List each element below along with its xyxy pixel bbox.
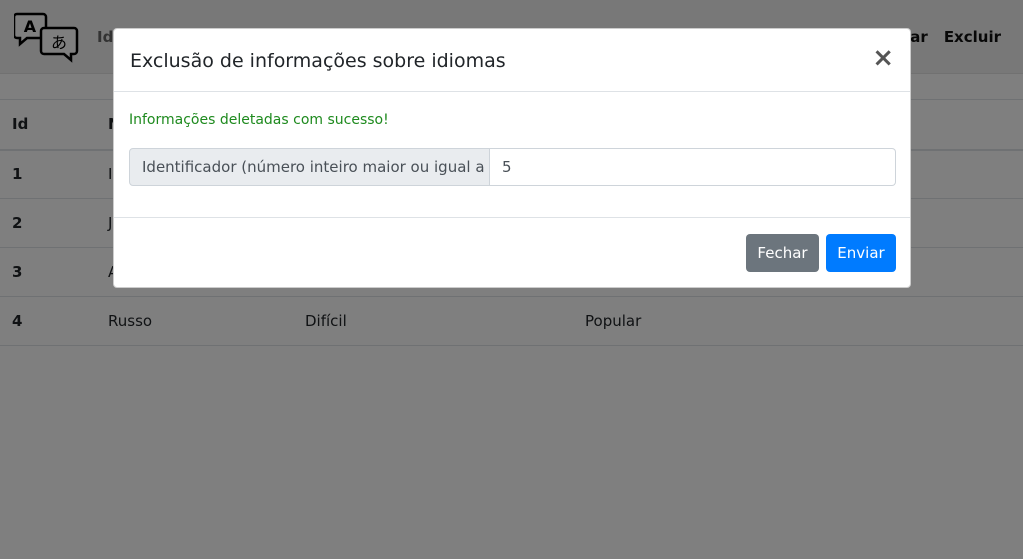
modal-body: Informações deletadas com sucesso! Ident… <box>114 92 910 218</box>
success-message: Informações deletadas com sucesso! <box>129 112 389 128</box>
modal-title: Exclusão de informações sobre idiomas <box>130 50 506 72</box>
identifier-input-group: Identificador (número inteiro maior ou i… <box>129 148 896 186</box>
modal-footer: Fechar Enviar <box>114 218 910 288</box>
modal-header: Exclusão de informações sobre idiomas × <box>114 29 910 92</box>
close-button[interactable]: Fechar <box>746 234 819 272</box>
delete-modal: Exclusão de informações sobre idiomas × … <box>113 28 911 288</box>
close-icon[interactable]: × <box>872 45 894 71</box>
identifier-input[interactable] <box>490 148 896 186</box>
identifier-label: Identificador (número inteiro maior ou i… <box>129 148 505 186</box>
send-button[interactable]: Enviar <box>826 234 896 272</box>
